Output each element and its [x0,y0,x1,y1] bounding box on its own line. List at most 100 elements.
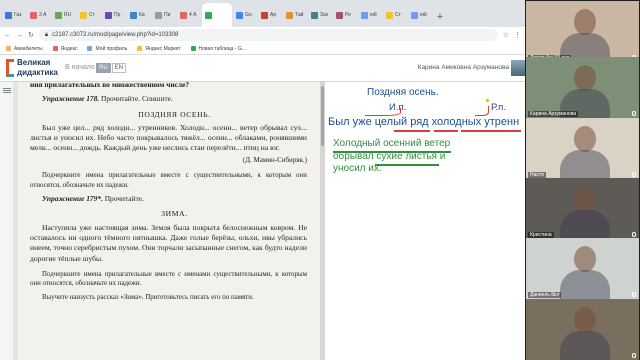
microphone-icon [632,172,636,177]
participant-head-shape [574,9,596,35]
browser-tab[interactable]: Go [233,3,257,27]
textbook-page: ния прилагательных во множественном числ… [18,82,321,360]
participant-head-shape [574,126,596,152]
exercise-178-task: Прочитайте. Спишите. [101,94,173,104]
browser-tab[interactable]: Тай [283,3,307,27]
browser-tab[interactable]: 3 А [27,3,51,27]
reload-icon[interactable]: ↻ [28,31,34,39]
microphone-icon [632,292,636,297]
participant-body-shape [560,270,610,299]
exercise-179-heading: Упражнение 179*. Прочитайте. [30,194,307,204]
browser-tab[interactable] [202,3,232,27]
exercise-178-heading: Упражнение 178. Прочитайте. Спишите. [30,94,307,104]
bookmark-item[interactable]: Яндекс [52,45,78,52]
tab-label: Ст [395,12,401,18]
bookmark-label: Мой профиль [95,45,128,52]
course-page: Великая дидактика В начало RU EN Карина … [0,55,525,360]
browser-tab[interactable]: Пр [102,3,126,27]
browser-tab[interactable]: 4 А [177,3,201,27]
participant-name: Даниель 8кл [528,292,562,298]
star-icon[interactable]: ☆ [503,31,509,39]
user-name[interactable]: Карина Амиковна Арзуманова [418,64,509,71]
tab-favicon-icon [30,11,37,19]
participant-tile[interactable]: Карина Арзуманова [526,57,639,118]
browser-tab[interactable]: Зах [308,3,332,27]
bookmark-item[interactable]: Яндекс Маркет [137,46,181,52]
exercise-179-memorize: Выучите наизусть рассказ «Зима». Пригото… [42,293,254,301]
tab-favicon-icon [80,11,87,19]
arrow-arc-left [365,108,401,116]
participant-tile[interactable]: Настя [526,118,639,179]
text-paragraph-winter: Наступила уже настоящая зима. Земля была… [30,222,307,263]
underline-kholodnykh [461,130,521,132]
participant-tile[interactable]: Кристина [526,178,639,239]
bookmark-label: Авиабилеты [14,45,43,52]
bookmark-icon [52,46,58,51]
forward-icon[interactable]: → [16,32,23,39]
tab-favicon-icon [205,11,212,19]
avatar[interactable] [511,60,525,76]
left-rail [0,82,14,360]
text-paragraph-autumn: Был уже цел... ряд холодн... утренников.… [30,122,307,153]
home-link[interactable]: В начало [65,64,95,71]
tab-favicon-icon [361,11,368,19]
browser-tab[interactable]: Ка [127,3,151,27]
participant-tile[interactable] [526,299,639,360]
bookmark-icon [137,46,143,51]
tab-favicon-icon [286,11,293,19]
board-sentence-2: Холодный осенний ветер обрывал сухие лис… [333,138,450,176]
microphone-icon [632,232,636,237]
browser-tab[interactable]: Газ [2,3,26,27]
tab-favicon-icon [236,11,243,19]
browser-tab[interactable]: RU [52,3,76,27]
site-header: Великая дидактика В начало RU EN Карина … [0,55,525,82]
exercise-179-instruction: Подчеркните имена прилагательные вместе … [30,270,307,288]
whiteboard[interactable]: Поздняя осень. И.п. Р.п. Был уже целый р… [325,82,525,360]
browser-tab[interactable]: Ст [77,3,101,27]
tab-label: Зах [320,12,329,18]
tab-strip: Газ 3 А RU Ст Пр Ка Пи 4 А Go Ар Тай Зах Ре edi Ст edi + [0,0,525,27]
site-logo[interactable]: Великая дидактика [6,57,58,79]
lock-icon: 🔒︎ [44,31,49,38]
participant-tile[interactable]: Даниель 8кл [526,238,639,299]
bookmark-item[interactable]: Новая таблица - G... [190,46,246,52]
bookmark-label: Яндекс [60,45,78,52]
browser-tab[interactable]: Ре [333,3,357,27]
bookmark-icon [6,46,11,51]
underline-sukhie-listya [375,164,439,166]
url-field[interactable]: 🔒︎ c2187.c3072.ru/mod/page/view.php?id=1… [38,29,498,41]
browser-tab[interactable]: edi [408,3,432,27]
browser-tab[interactable]: Ст [383,3,407,27]
tab-favicon-icon [386,11,393,19]
browser-tab[interactable]: Ар [258,3,282,27]
tab-label: 3 А [39,12,47,18]
tab-favicon-icon [411,11,418,19]
participant-head-shape [574,307,596,333]
back-icon[interactable]: ← [4,32,11,39]
tab-label: Пр [114,12,121,18]
tab-favicon-icon [155,11,162,19]
browser-tab[interactable]: Пи [152,3,176,27]
tab-label: Пи [164,12,171,18]
bookmark-item[interactable]: Мой профиль [87,46,127,52]
board-case-genitive: Р.п. [486,99,506,113]
text-title-late-autumn: ПОЗДНЯЯ ОСЕНЬ. [138,109,211,119]
bookmark-item[interactable]: Авиабилеты [6,46,43,52]
tab-label: Тай [295,12,304,18]
tab-label: edi [420,12,427,18]
underline-kholodnyi-veter [333,151,451,153]
participant-tile[interactable]: Давид Аю 10 лет [526,1,639,62]
hamburger-icon[interactable] [3,88,11,89]
tab-favicon-icon [336,11,343,19]
menu-icon[interactable]: ⋮ [514,31,521,39]
cut-line: ния прилагательных во множественном числ… [30,82,190,89]
logo-text-line1: Великая [17,58,51,67]
lang-ru[interactable]: RU [96,63,111,73]
scrollbar-thumb[interactable] [321,86,324,146]
tab-label: Ка [139,12,145,18]
new-tab-button[interactable]: + [433,7,447,27]
lang-en[interactable]: EN [111,63,127,73]
bookmark-icon [190,46,196,51]
exercise-178-instruction: Подчеркните имена прилагательные вместе … [30,172,307,189]
browser-tab[interactable]: edi [358,3,382,27]
